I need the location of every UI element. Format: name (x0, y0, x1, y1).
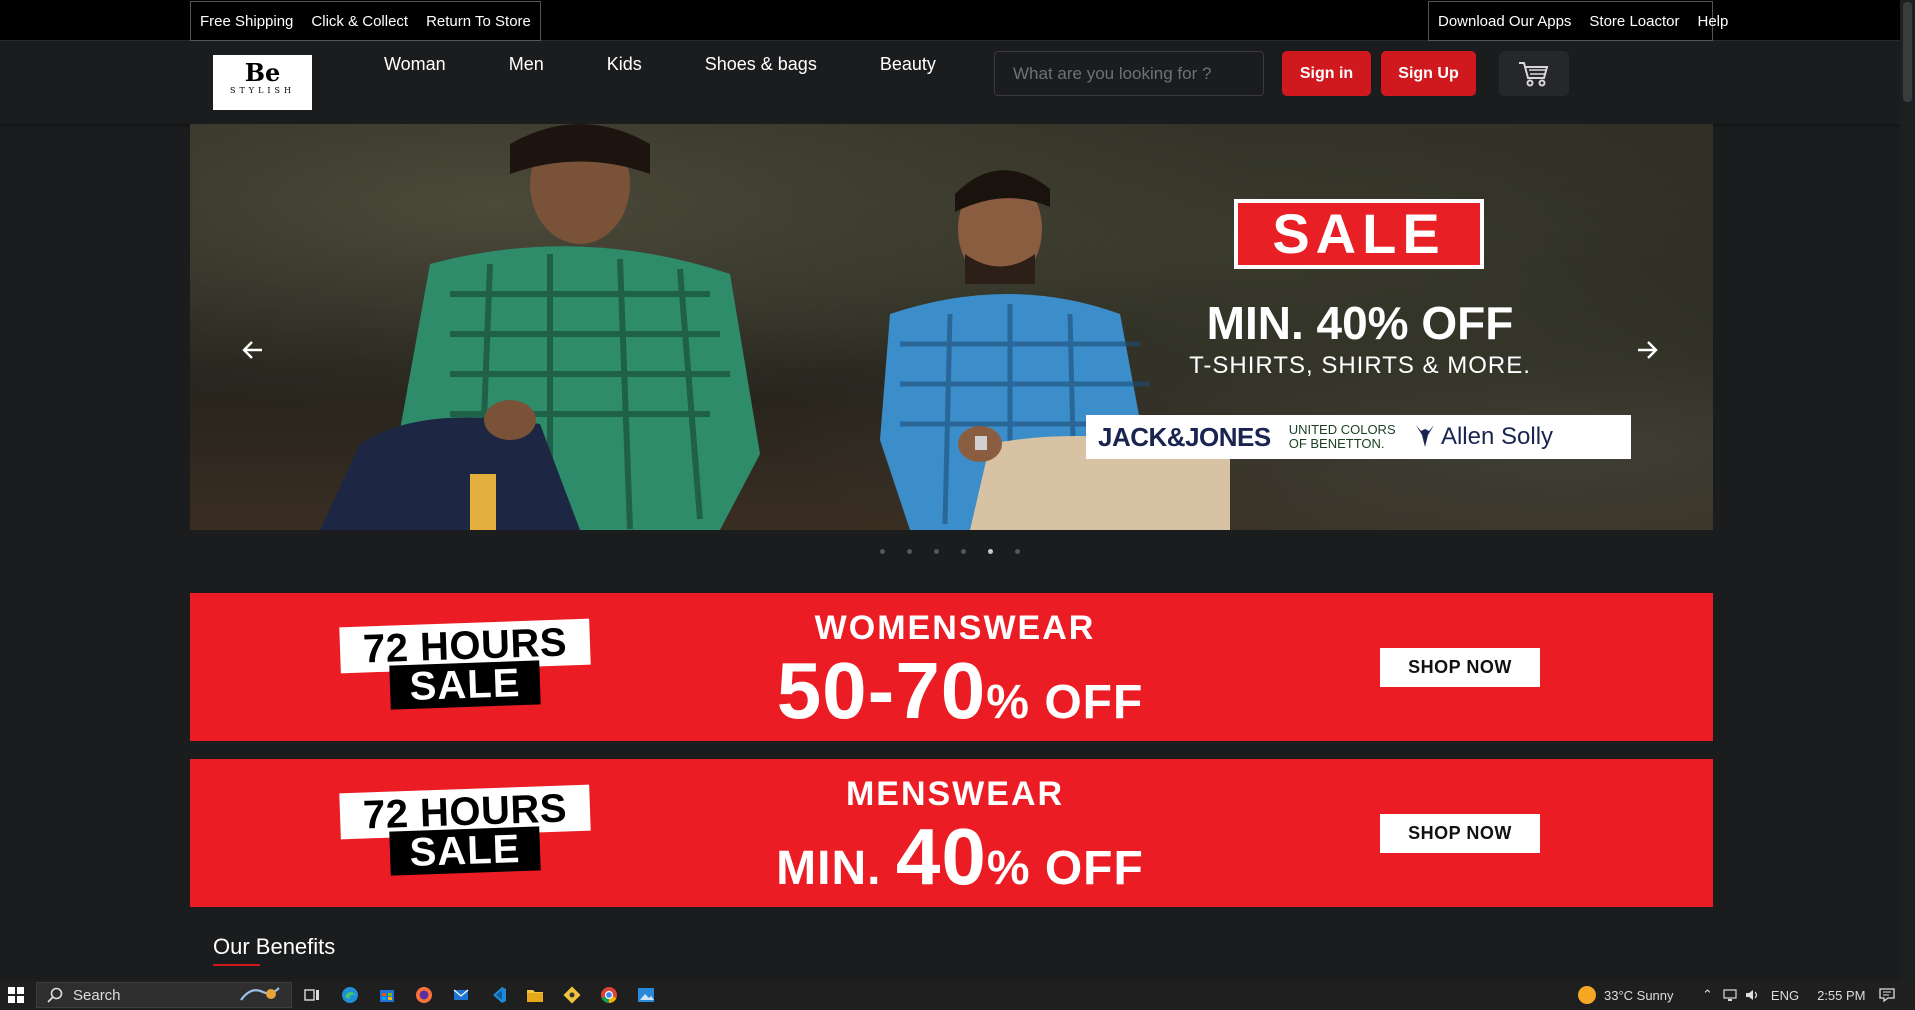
store-icon[interactable] (378, 986, 396, 1004)
search-input[interactable] (994, 51, 1264, 96)
notification-icon[interactable] (1878, 986, 1896, 1004)
hero-headline: MIN. 40% OFF (1206, 297, 1514, 349)
shop-now-button[interactable]: SHOP NOW (1380, 814, 1540, 853)
volume-icon[interactable] (1745, 988, 1761, 1002)
brand-benetton: UNITED COLORS OF BENETTON. (1289, 423, 1396, 451)
sale-badge: SALE (1234, 199, 1484, 269)
promo-discount-suffix: % OFF (986, 842, 1144, 895)
carousel-dot[interactable] (934, 549, 939, 554)
help-link[interactable]: Help (1697, 13, 1728, 30)
brand-benetton-line1: UNITED COLORS (1288, 422, 1396, 437)
hero-model-image (320, 124, 760, 530)
carousel-dot[interactable] (1015, 549, 1020, 554)
hero-subline: T-SHIRTS, SHIRTS & MORE. (1189, 352, 1531, 379)
edge-icon[interactable] (341, 986, 359, 1004)
72-hours-sale-badge: 72 HOURS SALE (339, 784, 591, 879)
logo[interactable]: Be STYLISH (213, 55, 312, 110)
page-scrollbar[interactable] (1900, 0, 1915, 980)
logo-subtext: STYLISH (229, 86, 296, 95)
72-hours-sale-badge: 72 HOURS SALE (339, 618, 591, 713)
top-left-links: Free Shipping Click & Collect Return To … (190, 1, 541, 41)
brand-jack-jones: JACK&JONES (1098, 421, 1271, 452)
womenswear-promo-banner[interactable]: 72 HOURS SALE WOMENSWEAR 50-70% OFF SHOP… (190, 593, 1713, 741)
chrome-icon[interactable] (600, 986, 618, 1004)
badge-sale-text: SALE (389, 660, 541, 710)
store-locator-link[interactable]: Store Loactor (1589, 13, 1679, 30)
benefits-heading: Our Benefits (213, 934, 336, 959)
taskbar-search-label: Search (73, 986, 121, 1004)
promo-discount-number: 40 (895, 812, 987, 901)
carousel-next-button[interactable] (1636, 336, 1658, 368)
sign-up-button[interactable]: Sign Up (1381, 51, 1476, 96)
network-icon[interactable] (1723, 988, 1739, 1002)
nav-beauty[interactable]: Beauty (880, 54, 936, 75)
clock[interactable]: 2:55 PM (1817, 988, 1865, 1003)
top-utility-bar: Free Shipping Click & Collect Return To … (0, 0, 1900, 41)
menswear-promo-banner[interactable]: 72 HOURS SALE MENSWEAR MIN. 40% OFF SHOP… (190, 759, 1713, 907)
free-shipping-link[interactable]: Free Shipping (200, 13, 293, 30)
brand-allen-solly-text: Allen Solly (1440, 423, 1554, 450)
hero-carousel: SALE MIN. 40% OFF T-SHIRTS, SHIRTS & MOR… (190, 124, 1713, 530)
shop-now-button[interactable]: SHOP NOW (1380, 648, 1540, 687)
carousel-dot-active[interactable] (988, 549, 993, 554)
language-indicator[interactable]: ENG (1771, 988, 1799, 1003)
photos-icon[interactable] (637, 986, 655, 1004)
cart-icon (1519, 61, 1549, 86)
cart-button[interactable] (1499, 51, 1569, 96)
promo-heading: MENSWEAR (845, 775, 1065, 813)
main-header: Be STYLISH Woman Men Kids Shoes & bags B… (0, 41, 1900, 124)
sun-icon (1578, 986, 1596, 1004)
brand-benetton-line2: OF BENETTON. (1288, 436, 1385, 451)
file-explorer-icon[interactable] (526, 986, 544, 1004)
carousel-dot[interactable] (907, 549, 912, 554)
git-icon[interactable] (563, 986, 581, 1004)
task-view-icon[interactable] (303, 986, 321, 1004)
scrollbar-thumb[interactable] (1903, 2, 1912, 102)
windows-taskbar: Search 33°C Sunny ⌃ ENG 2:55 PM (0, 980, 1915, 1010)
promo-discount: MIN. 40% OFF (690, 811, 1230, 903)
logo-text: Be (244, 58, 281, 87)
weather-widget[interactable]: 33°C Sunny (1578, 980, 1674, 1010)
click-collect-link[interactable]: Click & Collect (311, 13, 408, 30)
nav-men[interactable]: Men (509, 54, 544, 75)
search-highlight-icon (240, 987, 280, 1001)
promo-discount: 50-70% OFF (690, 645, 1230, 737)
return-to-store-link[interactable]: Return To Store (426, 13, 531, 30)
heading-underline (213, 964, 260, 966)
arrow-right-icon (1638, 341, 1658, 359)
promo-discount-prefix: MIN. (776, 842, 896, 895)
brand-allen-solly: Allen Solly (1414, 423, 1553, 451)
carousel-dots (880, 549, 1020, 554)
firefox-icon[interactable] (415, 986, 433, 1004)
search-icon (47, 987, 63, 1003)
windows-start-icon[interactable] (8, 987, 24, 1003)
brand-strip: JACK&JONES UNITED COLORS OF BENETTON. Al… (1086, 415, 1631, 459)
sign-in-button[interactable]: Sign in (1282, 51, 1371, 96)
taskbar-search[interactable]: Search (36, 982, 292, 1008)
promo-discount-number: 50-70 (776, 646, 987, 735)
arrow-left-icon (242, 341, 262, 359)
top-right-links: Download Our Apps Store Loactor Help (1428, 1, 1728, 41)
badge-sale-text: SALE (389, 826, 541, 876)
carousel-prev-button[interactable] (242, 336, 264, 368)
weather-text: 33°C Sunny (1604, 987, 1674, 1003)
stag-icon (1415, 425, 1434, 447)
download-apps-link[interactable]: Download Our Apps (1438, 13, 1571, 30)
carousel-dot[interactable] (880, 549, 885, 554)
nav-shoes-bags[interactable]: Shoes & bags (705, 54, 817, 75)
carousel-dot[interactable] (961, 549, 966, 554)
mail-icon[interactable] (452, 986, 470, 1004)
promo-discount-suffix: % OFF (986, 676, 1144, 729)
nav-woman[interactable]: Woman (384, 54, 446, 75)
chevron-up-icon[interactable]: ⌃ (1702, 987, 1713, 1003)
nav-kids[interactable]: Kids (607, 54, 642, 75)
main-nav: Woman Men Kids Shoes & bags Beauty (384, 54, 999, 75)
system-tray: ⌃ ENG 2:55 PM (1702, 980, 1866, 1010)
vscode-icon[interactable] (489, 986, 507, 1004)
promo-heading: WOMENSWEAR (814, 609, 1096, 647)
